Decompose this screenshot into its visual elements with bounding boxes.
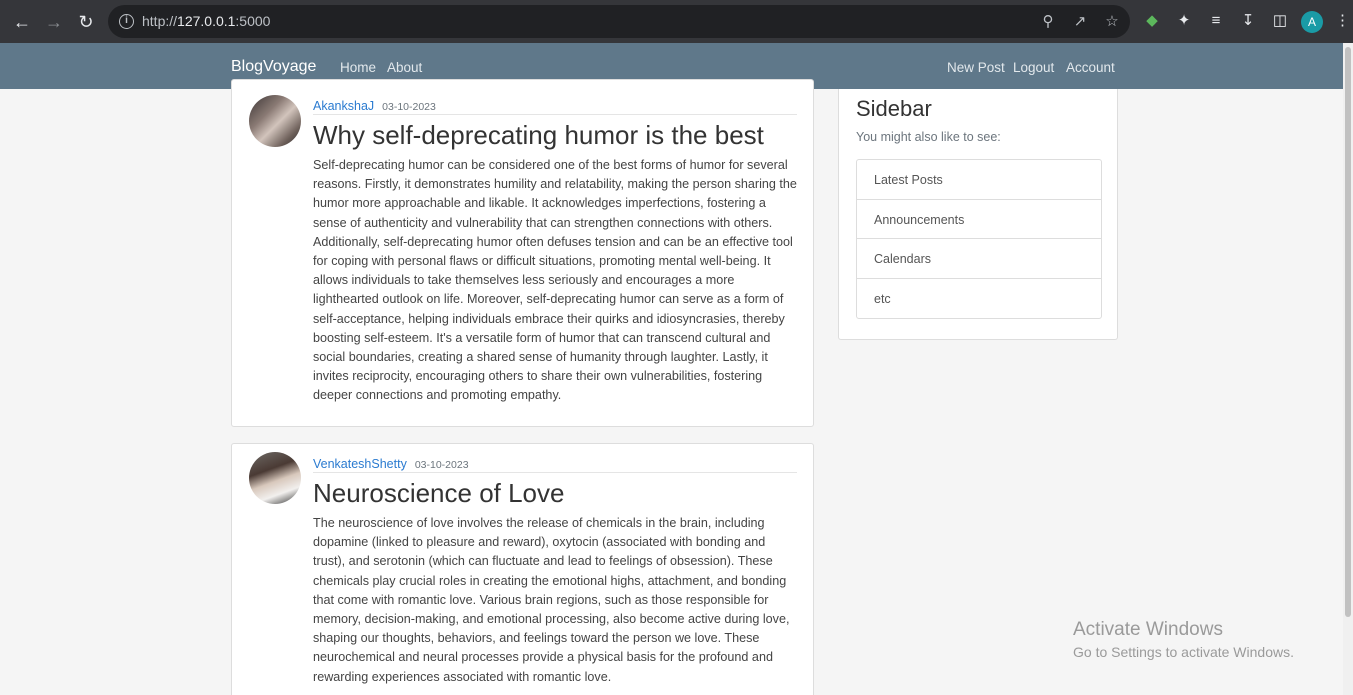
download-icon[interactable]: ↧: [1238, 11, 1258, 31]
profile-avatar[interactable]: A: [1301, 11, 1323, 33]
author-link[interactable]: VenkateshShetty: [313, 457, 407, 471]
nav-logout-link[interactable]: Logout: [1013, 60, 1054, 75]
scrollbar-thumb[interactable]: [1345, 47, 1351, 617]
extensions-puzzle-icon[interactable]: ✦: [1174, 11, 1194, 31]
reload-icon[interactable]: ↻: [75, 11, 97, 33]
post-date: 03-10-2023: [414, 459, 469, 471]
post-card: AkankshaJ 03-10-2023 Why self-deprecating…: [231, 79, 814, 427]
author-avatar: [249, 452, 301, 504]
author-link[interactable]: AkankshaJ: [313, 99, 374, 113]
browser-toolbar: ← → ↻ i http://127.0.0.1:5000 ⚲ ↗ ☆ ◆ ✦ …: [0, 0, 1353, 43]
zoom-icon[interactable]: ⚲: [1038, 12, 1058, 32]
sidebar-item-announcements[interactable]: Announcements: [857, 200, 1101, 239]
menu-kebab-icon[interactable]: ⋮: [1335, 11, 1350, 31]
reading-list-icon[interactable]: ≡: [1206, 11, 1226, 31]
post-title[interactable]: Why self-deprecating humor is the best: [313, 120, 764, 151]
sidebar-title: Sidebar: [856, 96, 932, 121]
back-arrow-icon[interactable]: ←: [11, 11, 33, 33]
nav-about-link[interactable]: About: [387, 60, 422, 75]
post-title[interactable]: Neuroscience of Love: [313, 478, 564, 509]
post-content: Self-deprecating humor can be considered…: [313, 158, 797, 403]
site-info-icon[interactable]: i: [119, 14, 134, 29]
nav-account-link[interactable]: Account: [1066, 60, 1115, 75]
sidebar-list: Latest Posts Announcements Calendars etc: [856, 159, 1102, 319]
shield-extension-icon[interactable]: ◆: [1142, 11, 1162, 31]
share-icon[interactable]: ↗: [1070, 12, 1090, 32]
watermark-title: Activate Windows: [1073, 619, 1223, 640]
author-avatar: [249, 95, 301, 147]
sidebar-item-latest-posts[interactable]: Latest Posts: [857, 160, 1101, 200]
page-scrollbar[interactable]: [1343, 43, 1353, 695]
side-panel-icon[interactable]: ◫: [1270, 11, 1290, 31]
sidebar-subtitle: You might also like to see:: [856, 130, 1001, 144]
nav-home-link[interactable]: Home: [340, 60, 376, 75]
post-content: The neuroscience of love involves the re…: [313, 516, 790, 684]
post-meta: AkankshaJ 03-10-2023: [313, 97, 797, 115]
post-date: 03-10-2023: [382, 101, 436, 113]
sidebar: Sidebar You might also like to see: Late…: [838, 89, 1118, 340]
address-bar[interactable]: i http://127.0.0.1:5000 ⚲ ↗ ☆: [108, 5, 1130, 38]
url-scheme: http://: [142, 13, 178, 29]
sidebar-item-etc[interactable]: etc: [857, 279, 1101, 319]
nav-new-post-link[interactable]: New Post: [947, 60, 1005, 75]
url-port: :5000: [235, 13, 271, 29]
sidebar-item-calendars[interactable]: Calendars: [857, 239, 1101, 279]
post-meta: VenkateshShetty 03-10-2023: [313, 455, 797, 473]
bookmark-star-icon[interactable]: ☆: [1102, 12, 1122, 32]
watermark-subtitle: Go to Settings to activate Windows.: [1073, 644, 1294, 660]
brand-link[interactable]: BlogVoyage: [231, 58, 316, 76]
url-host: 127.0.0.1: [177, 13, 236, 29]
forward-arrow-icon[interactable]: →: [43, 11, 65, 33]
url-text[interactable]: http://127.0.0.1:5000: [142, 13, 270, 29]
post-card: VenkateshShetty 03-10-2023 Neuroscience o…: [231, 443, 814, 695]
activation-watermark: Activate Windows Go to Settings to activ…: [1073, 619, 1294, 660]
